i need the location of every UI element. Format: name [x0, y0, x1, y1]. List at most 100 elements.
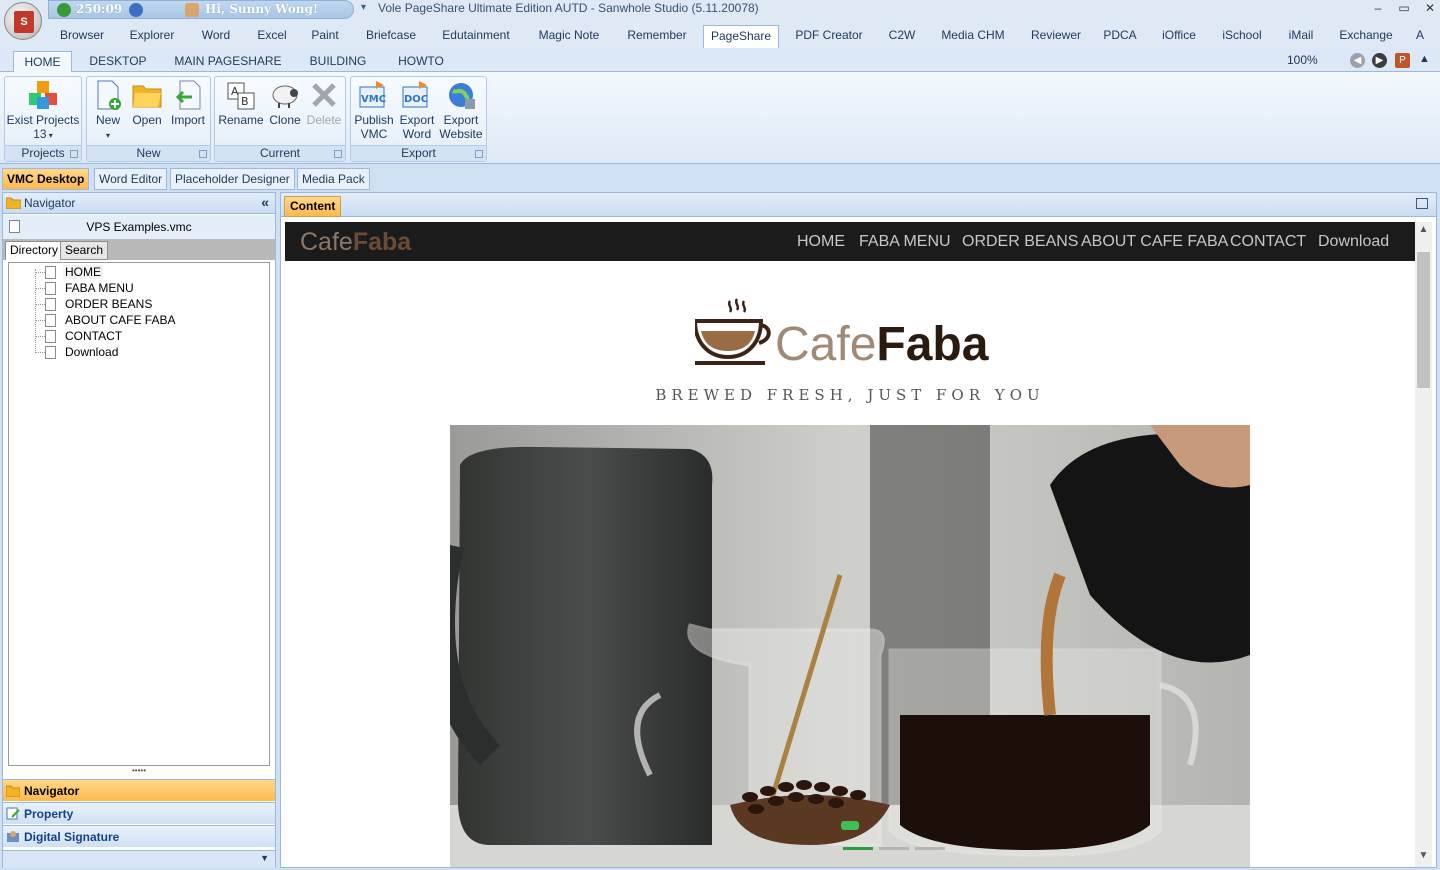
navigator-title: Navigator	[24, 196, 76, 210]
doc-icon: DOC	[402, 81, 428, 108]
subtab-directory[interactable]: Directory	[5, 241, 64, 260]
close-button[interactable]: ✕	[1419, 0, 1440, 18]
vertical-scrollbar[interactable]: ▲ ▼	[1415, 222, 1432, 867]
apptab-explorer[interactable]: Explorer	[124, 25, 180, 48]
apptab-exchange[interactable]: Exchange	[1336, 25, 1396, 48]
apptab-c2w[interactable]: C2W	[884, 25, 920, 48]
tree-item-contact[interactable]: CONTACT	[65, 329, 122, 343]
site-nav-order-beans[interactable]: ORDER BEANS	[962, 233, 1078, 251]
apptab-excel[interactable]: Excel	[254, 25, 290, 48]
accordion-digital-signature[interactable]: Digital Signature	[3, 825, 275, 847]
dialog-launcher-icon[interactable]	[70, 150, 78, 158]
panel-splitter[interactable]: •••••	[3, 767, 275, 775]
clock-icon[interactable]	[57, 3, 71, 17]
apptab-magic-note[interactable]: Magic Note	[533, 25, 605, 48]
badge-icon[interactable]	[129, 3, 143, 17]
restore-window-icon[interactable]	[1416, 198, 1428, 209]
apptab-ioffice[interactable]: iOffice	[1158, 25, 1200, 48]
ribbon-tab-howto[interactable]: HOWTO	[392, 51, 450, 72]
tagline: BREWED FRESH, JUST FOR YOU	[655, 386, 1045, 404]
site-logo-part-1: Cafe	[300, 228, 353, 256]
tree-item-about-cafe-faba[interactable]: ABOUT CAFE FABA	[65, 313, 175, 327]
site-logo[interactable]: CafeFaba	[300, 228, 411, 257]
window-title: Vole PageShare Ultimate Edition AUTD - S…	[378, 1, 759, 15]
doctab-word-editor[interactable]: Word Editor	[94, 168, 168, 190]
scroll-thumb[interactable]	[1417, 252, 1430, 388]
doctab-placeholder-designer[interactable]: Placeholder Designer	[170, 168, 295, 190]
back-icon[interactable]: ◀	[1350, 53, 1365, 68]
ribbon-tab-home[interactable]: HOME	[13, 51, 72, 72]
apptab-overflow[interactable]: A	[1412, 25, 1428, 48]
users-icon[interactable]	[185, 3, 199, 17]
import-button[interactable]: Import	[168, 79, 208, 127]
web-preview[interactable]: CafeFaba HOME FABA MENU ORDER BEANS ABOU…	[285, 222, 1416, 867]
apptab-edutainment[interactable]: Edutainment	[438, 25, 514, 48]
apptab-briefcase[interactable]: Briefcase	[361, 25, 421, 48]
subtab-search[interactable]: Search	[60, 241, 109, 260]
exist-projects-button[interactable]: Exist Projects 13 ▾	[6, 79, 80, 143]
tree-item-order-beans[interactable]: ORDER BEANS	[65, 297, 152, 311]
dialog-launcher-icon[interactable]	[334, 150, 342, 158]
site-nav-faba-menu[interactable]: FABA MENU	[859, 233, 951, 251]
signature-icon	[7, 831, 19, 842]
apptab-browser[interactable]: Browser	[54, 25, 110, 48]
dialog-launcher-icon[interactable]	[475, 150, 483, 158]
ribbon-tab-building[interactable]: BUILDING	[305, 51, 371, 72]
minimize-button[interactable]: –	[1367, 0, 1389, 18]
doctab-media-pack[interactable]: Media Pack	[297, 168, 370, 190]
publish-vmc-button[interactable]: VMC Publish VMC	[354, 79, 394, 141]
app-menu-button[interactable]: S	[4, 2, 42, 40]
folder-icon	[6, 785, 20, 797]
clone-button[interactable]: Clone	[266, 79, 304, 127]
carousel-indicator-3[interactable]	[915, 847, 945, 850]
ribbon-body: Exist Projects 13 ▾ Projects New ▾ Open	[0, 72, 1440, 164]
site-nav-about[interactable]: ABOUT CAFE FABA	[1081, 233, 1228, 251]
tree-item-download[interactable]: Download	[65, 345, 118, 359]
export-website-button[interactable]: Export Website	[437, 79, 485, 141]
zoom-level[interactable]: 100%	[1287, 53, 1318, 67]
presentation-icon[interactable]: P	[1395, 53, 1410, 68]
apptab-media-chm[interactable]: Media CHM	[936, 25, 1010, 48]
maximize-button[interactable]: ▭	[1393, 0, 1415, 18]
ribbon-collapse-icon[interactable]: ▲	[1419, 53, 1430, 65]
ribbon-group-label: Export	[351, 145, 486, 161]
apptab-imail[interactable]: iMail	[1283, 25, 1319, 48]
apptab-remember[interactable]: Remember	[623, 25, 691, 48]
rename-button[interactable]: A B Rename	[218, 79, 264, 127]
apptab-pageshare[interactable]: PageShare	[703, 25, 779, 48]
site-nav-download[interactable]: Download	[1318, 233, 1389, 251]
dialog-launcher-icon[interactable]	[199, 150, 207, 158]
site-nav-home[interactable]: HOME	[797, 233, 845, 251]
doctab-vmc-desktop[interactable]: VMC Desktop	[2, 168, 90, 190]
ribbon-group-label: Current	[215, 145, 345, 161]
ribbon-tab-main-pageshare[interactable]: MAIN PAGESHARE	[172, 51, 284, 72]
carousel-indicator-1[interactable]	[843, 847, 873, 850]
chevron-down-icon[interactable]: ▼	[260, 853, 269, 863]
carousel-indicator-2[interactable]	[879, 847, 909, 850]
apptab-pdf-creator[interactable]: PDF Creator	[792, 25, 866, 48]
forward-icon[interactable]: ▶	[1372, 53, 1387, 68]
apptab-word[interactable]: Word	[196, 25, 236, 48]
delete-button[interactable]: Delete	[305, 79, 343, 127]
apptab-paint[interactable]: Paint	[308, 25, 342, 48]
tree-item-home[interactable]: HOME	[63, 265, 103, 279]
scroll-down-icon[interactable]: ▼	[1417, 850, 1430, 864]
apptab-ischool[interactable]: iSchool	[1219, 25, 1265, 48]
open-button[interactable]: Open	[129, 79, 165, 127]
accordion-property[interactable]: Property	[3, 802, 275, 824]
apptab-reviewer[interactable]: Reviewer	[1026, 25, 1086, 48]
tree-item-faba-menu[interactable]: FABA MENU	[65, 281, 134, 295]
accordion-footer: ▼	[3, 850, 275, 868]
new-button[interactable]: New ▾	[91, 79, 125, 143]
export-word-button[interactable]: DOC Export Word	[397, 79, 437, 141]
accordion-navigator[interactable]: Navigator	[3, 779, 275, 801]
ribbon-tab-desktop[interactable]: DESKTOP	[86, 51, 150, 72]
quick-access-dropdown-icon[interactable]: ▾	[361, 2, 366, 13]
content-tab[interactable]: Content	[284, 196, 342, 217]
collapse-panel-icon[interactable]: «	[261, 194, 269, 210]
scroll-up-icon[interactable]: ▲	[1417, 224, 1430, 238]
apptab-pdca[interactable]: PDCA	[1101, 25, 1139, 48]
site-nav-contact[interactable]: CONTACT	[1230, 233, 1306, 251]
coffee-hero-image	[450, 425, 1250, 867]
navigator-subtabs: Directory Search	[3, 239, 275, 260]
